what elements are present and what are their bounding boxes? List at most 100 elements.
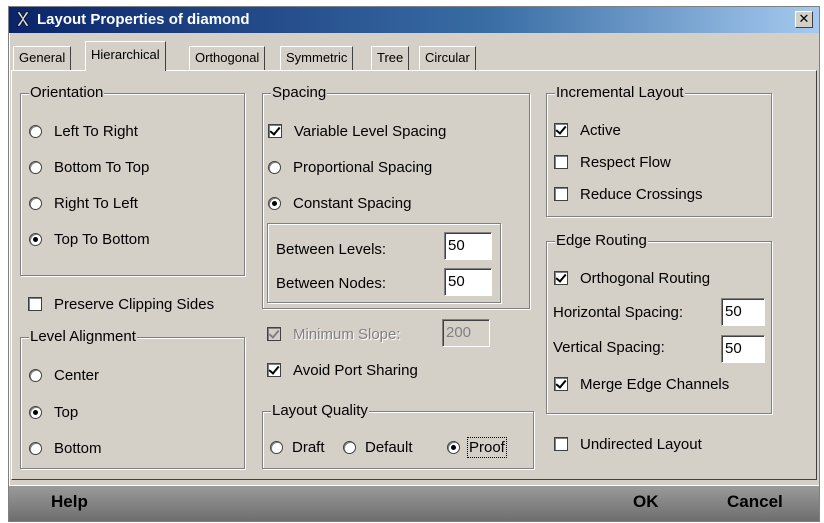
avoid-port-sharing-checkbox[interactable]: Avoid Port Sharing bbox=[267, 359, 418, 381]
orientation-legend: Orientation bbox=[29, 84, 105, 101]
spacing-group: Spacing Variable Level Spacing Proportio… bbox=[262, 84, 530, 309]
alignment-center[interactable]: Center bbox=[29, 364, 99, 386]
radio-button[interactable] bbox=[270, 440, 283, 454]
radio-button[interactable] bbox=[29, 232, 42, 246]
checkbox[interactable] bbox=[554, 123, 568, 137]
spacing-legend: Spacing bbox=[271, 84, 328, 101]
radio-button[interactable] bbox=[29, 196, 42, 210]
checkbox-label: Reduce Crossings bbox=[580, 185, 703, 203]
checkbox-label: Respect Flow bbox=[580, 153, 671, 171]
orientation-left-to-right[interactable]: Left To Right bbox=[29, 120, 138, 142]
minimum-slope-input[interactable]: 200 bbox=[442, 319, 490, 347]
checkbox-label: Active bbox=[580, 121, 621, 139]
orientation-right-to-left[interactable]: Right To Left bbox=[29, 192, 138, 214]
radio-button[interactable] bbox=[268, 196, 281, 210]
checkbox-label: Minimum Slope: bbox=[293, 325, 401, 343]
tab-tree[interactable]: Tree bbox=[371, 46, 410, 70]
horizontal-spacing-input[interactable]: 50 bbox=[721, 298, 765, 326]
tab-symmetric[interactable]: Symmetric bbox=[280, 46, 354, 70]
checkbox-label: Merge Edge Channels bbox=[580, 375, 730, 393]
radio-label: Top To Bottom bbox=[54, 230, 150, 248]
checkbox[interactable] bbox=[28, 297, 42, 311]
incremental-active-checkbox[interactable]: Active bbox=[554, 119, 621, 141]
radio-label: Bottom To Top bbox=[54, 158, 150, 176]
merge-edge-channels-checkbox[interactable]: Merge Edge Channels bbox=[554, 373, 729, 395]
title-bar[interactable]: Layout Properties of diamond ✕ bbox=[9, 7, 819, 33]
alignment-bottom[interactable]: Bottom bbox=[29, 437, 102, 459]
close-button[interactable]: ✕ bbox=[795, 11, 813, 28]
vertical-spacing-input[interactable]: 50 bbox=[721, 335, 765, 363]
layout-properties-dialog: Layout Properties of diamond ✕ General H… bbox=[8, 6, 820, 522]
radio-button[interactable] bbox=[29, 160, 42, 174]
horizontal-spacing-label: Horizontal Spacing: bbox=[553, 304, 684, 321]
radio-button[interactable] bbox=[29, 441, 42, 455]
button-bar: Help OK Cancel bbox=[9, 485, 819, 521]
alignment-top[interactable]: Top bbox=[29, 401, 78, 423]
radio-label: Center bbox=[54, 366, 100, 384]
vertical-spacing-label: Vertical Spacing: bbox=[553, 339, 665, 356]
checkbox[interactable] bbox=[554, 271, 568, 285]
checkbox[interactable] bbox=[554, 437, 568, 451]
reduce-crossings-checkbox[interactable]: Reduce Crossings bbox=[554, 183, 703, 205]
checkbox[interactable] bbox=[554, 187, 568, 201]
cancel-button[interactable]: Cancel bbox=[727, 492, 783, 512]
checkbox[interactable] bbox=[267, 327, 281, 341]
radio-label: Proof bbox=[467, 436, 507, 458]
orientation-top-to-bottom[interactable]: Top To Bottom bbox=[29, 228, 150, 250]
radio-label: Top bbox=[54, 403, 79, 421]
tab-label: Tree bbox=[377, 50, 404, 65]
checkbox[interactable] bbox=[554, 377, 568, 391]
radio-label: Left To Right bbox=[54, 122, 138, 140]
constant-spacing-radio[interactable]: Constant Spacing bbox=[268, 192, 411, 214]
radio-label: Right To Left bbox=[54, 194, 138, 212]
checkbox[interactable] bbox=[267, 363, 281, 377]
incremental-layout-group: Incremental Layout Active Respect Flow R… bbox=[546, 84, 772, 217]
checkbox-label: Undirected Layout bbox=[580, 435, 702, 453]
quality-proof[interactable]: Proof bbox=[447, 436, 507, 458]
between-nodes-input[interactable]: 50 bbox=[444, 268, 492, 296]
orientation-bottom-to-top[interactable]: Bottom To Top bbox=[29, 156, 149, 178]
orthogonal-routing-checkbox[interactable]: Orthogonal Routing bbox=[554, 267, 710, 289]
checkbox[interactable] bbox=[554, 155, 568, 169]
tab-orthogonal[interactable]: Orthogonal bbox=[189, 46, 266, 70]
incremental-layout-legend: Incremental Layout bbox=[555, 84, 685, 101]
variable-level-spacing-checkbox[interactable]: Variable Level Spacing bbox=[268, 120, 446, 142]
quality-default[interactable]: Default bbox=[343, 436, 413, 458]
edge-routing-group: Edge Routing Orthogonal Routing Horizont… bbox=[546, 232, 772, 414]
tab-hierarchical[interactable]: Hierarchical bbox=[85, 41, 166, 71]
tab-label: Hierarchical bbox=[91, 47, 160, 62]
quality-draft[interactable]: Draft bbox=[270, 436, 325, 458]
checkbox-label: Preserve Clipping Sides bbox=[54, 295, 215, 313]
checkbox-label: Variable Level Spacing bbox=[294, 122, 447, 140]
radio-button[interactable] bbox=[343, 440, 356, 454]
orientation-group: Orientation Left To Right Bottom To Top … bbox=[20, 84, 245, 276]
radio-label: Draft bbox=[292, 438, 325, 456]
ok-button[interactable]: OK bbox=[633, 492, 659, 512]
minimum-slope-checkbox[interactable]: Minimum Slope: bbox=[267, 323, 401, 345]
layout-quality-legend: Layout Quality bbox=[271, 402, 369, 419]
between-levels-input[interactable]: 50 bbox=[444, 232, 492, 260]
app-icon bbox=[15, 11, 31, 31]
radio-button[interactable] bbox=[29, 368, 42, 382]
tab-circular[interactable]: Circular bbox=[419, 46, 476, 70]
radio-button[interactable] bbox=[447, 440, 460, 454]
respect-flow-checkbox[interactable]: Respect Flow bbox=[554, 151, 671, 173]
constant-spacing-values-box: Between Levels: 50 Between Nodes: 50 bbox=[267, 223, 501, 303]
level-alignment-legend: Level Alignment bbox=[29, 328, 137, 345]
checkbox-label: Orthogonal Routing bbox=[580, 269, 711, 287]
radio-button[interactable] bbox=[29, 405, 42, 419]
tab-label: Orthogonal bbox=[195, 50, 260, 65]
proportional-spacing-radio[interactable]: Proportional Spacing bbox=[268, 156, 432, 178]
tab-general[interactable]: General bbox=[13, 46, 72, 70]
radio-label: Proportional Spacing bbox=[293, 158, 433, 176]
layout-quality-group: Layout Quality Draft Default Proof bbox=[262, 402, 534, 469]
undirected-layout-checkbox[interactable]: Undirected Layout bbox=[554, 433, 702, 455]
radio-button[interactable] bbox=[268, 160, 281, 174]
help-button[interactable]: Help bbox=[51, 492, 88, 512]
preserve-clipping-checkbox[interactable]: Preserve Clipping Sides bbox=[28, 293, 214, 315]
hierarchical-tab-panel: Orientation Left To Right Bottom To Top … bbox=[11, 70, 817, 480]
radio-label: Default bbox=[365, 438, 413, 456]
between-levels-label: Between Levels: bbox=[276, 241, 387, 258]
radio-button[interactable] bbox=[29, 124, 42, 138]
checkbox[interactable] bbox=[268, 124, 282, 138]
